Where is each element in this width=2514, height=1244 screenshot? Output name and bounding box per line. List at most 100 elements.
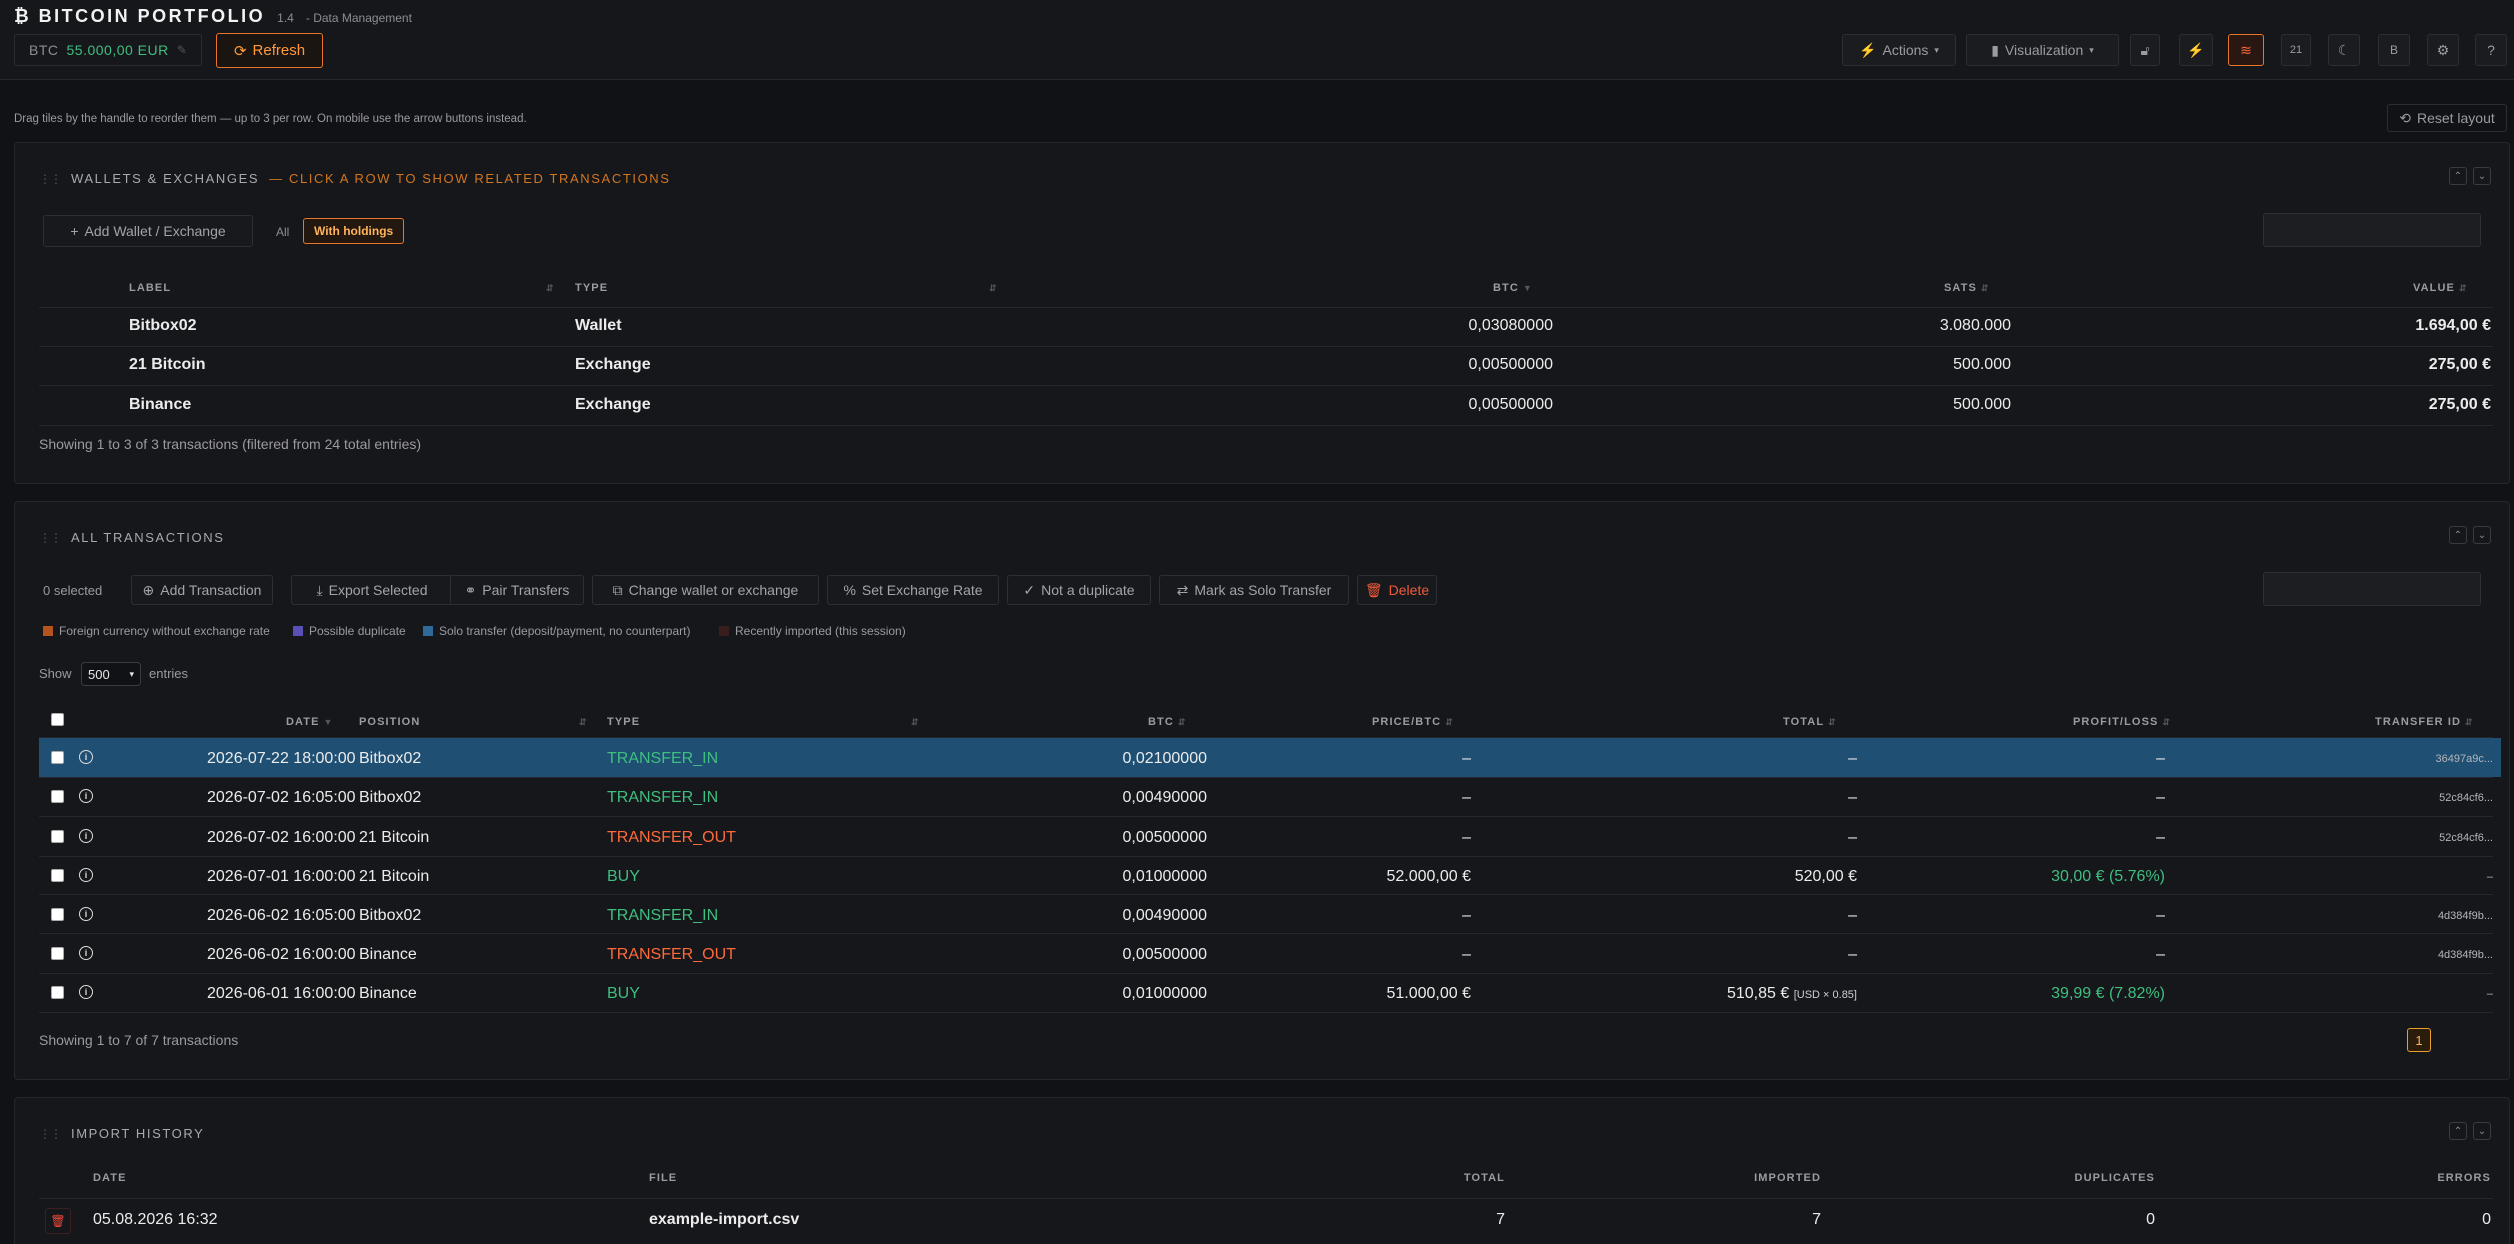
chevron-up-icon[interactable]: ⌃ — [2449, 167, 2467, 185]
panel-move-arrows: ⌃ ⌄ — [2449, 526, 2491, 544]
moon-icon[interactable]: ☾ — [2328, 34, 2360, 66]
row-checkbox[interactable] — [51, 830, 64, 843]
pagination-page[interactable]: 1 — [2407, 1028, 2431, 1052]
row-checkbox[interactable] — [51, 869, 64, 882]
sort-icon[interactable]: ⇵ — [542, 282, 555, 294]
chevron-down-icon: ▾ — [129, 668, 134, 679]
info-icon[interactable]: i — [79, 907, 93, 921]
layout-hint: Drag tiles by the handle to reorder them… — [14, 113, 527, 125]
wallets-panel-title: ⋮⋮ WALLETS & EXCHANGES — CLICK A ROW TO … — [39, 171, 671, 186]
actions-button[interactable]: ⚡ Actions ▾ — [1842, 34, 1956, 66]
help-icon[interactable]: ? — [2475, 34, 2507, 66]
lock-icon[interactable]: 🔓︎ — [2130, 34, 2160, 66]
chevron-up-icon[interactable]: ⌃ — [2449, 526, 2467, 544]
mark-solo-transfer-button[interactable]: ⇄ Mark as Solo Transfer — [1159, 575, 1349, 605]
info-icon[interactable]: i — [79, 789, 93, 803]
trash-icon: 🗑︎ — [1364, 581, 1383, 598]
chevron-down-icon[interactable]: ⌄ — [2473, 1122, 2491, 1140]
download-icon: ⤓ — [316, 581, 323, 598]
select-all-checkbox[interactable] — [51, 713, 64, 726]
sort-icon[interactable]: ⇵ — [907, 716, 920, 728]
info-icon[interactable]: i — [79, 829, 93, 843]
sort-icon[interactable]: ⇵ — [985, 282, 998, 294]
row-checkbox[interactable] — [51, 947, 64, 960]
col-btc[interactable]: BTC ⇵ — [1148, 716, 1187, 728]
row-checkbox[interactable] — [51, 751, 64, 764]
col-date[interactable]: DATE ▼ — [286, 716, 334, 728]
reset-layout-button[interactable]: ⟲ Reset layout — [2387, 104, 2507, 132]
chevron-down-icon[interactable]: ⌄ — [2473, 526, 2491, 544]
chevron-down-icon: ▾ — [2089, 44, 2094, 55]
col-total: TOTAL — [1463, 1172, 1505, 1184]
pair-transfers-button[interactable]: ⚭ Pair Transfers — [450, 575, 584, 605]
link-icon: ⚭ — [464, 581, 477, 598]
import-history-title: ⋮⋮ IMPORT HISTORY — [39, 1126, 205, 1141]
transfer-icon: ⇄ — [1176, 581, 1189, 598]
refresh-icon: ⟳ — [233, 42, 247, 60]
col-value[interactable]: VALUE ⇵ — [2413, 282, 2468, 294]
delete-import-icon[interactable]: 🗑︎ — [45, 1208, 71, 1234]
change-wallet-button[interactable]: ⧉ Change wallet or exchange — [592, 575, 819, 605]
drag-handle-icon[interactable]: ⋮⋮ — [39, 172, 62, 186]
col-sats[interactable]: SATS ⇵ — [1944, 282, 1990, 294]
legend-item: Solo transfer (deposit/payment, no count… — [423, 624, 690, 638]
info-icon[interactable]: i — [79, 868, 93, 882]
row-checkbox[interactable] — [51, 790, 64, 803]
info-icon[interactable]: i — [79, 750, 93, 764]
legend-item: Foreign currency without exchange rate — [43, 624, 270, 638]
sats-mode-icon[interactable]: ≋ — [2228, 34, 2264, 66]
chevron-up-icon[interactable]: ⌃ — [2449, 1122, 2467, 1140]
col-transfer-id[interactable]: TRANSFER ID ⇵ — [2375, 716, 2474, 728]
col-label[interactable]: LABEL — [129, 282, 171, 294]
app-header: ₿ BITCOIN PORTFOLIO 1.4 - Data Managemen… — [0, 0, 2514, 80]
page-size-select[interactable]: 500 ▾ — [81, 662, 141, 686]
col-imported: IMPORTED — [1754, 1172, 1821, 1184]
col-profit-loss[interactable]: PROFIT/LOSS ⇵ — [2073, 716, 2171, 728]
check-circle-icon: ✓ — [1023, 581, 1036, 598]
visualization-button[interactable]: ▮ Visualization ▾ — [1966, 34, 2119, 66]
legend-item: Recently imported (this session) — [719, 624, 906, 638]
chevron-down-icon: ▾ — [1934, 44, 1939, 55]
filter-all[interactable]: All — [276, 225, 289, 239]
sort-icon[interactable]: ⇵ — [575, 716, 588, 728]
pencil-icon[interactable]: ✎ — [177, 43, 188, 57]
col-price[interactable]: PRICE/BTC ⇵ — [1372, 716, 1454, 728]
col-type[interactable]: TYPE — [575, 282, 608, 294]
plus-circle-icon: ⊕ — [142, 581, 155, 598]
filter-with-holdings[interactable]: With holdings — [303, 218, 405, 244]
add-wallet-button[interactable]: + Add Wallet / Exchange — [43, 215, 253, 247]
add-transaction-button[interactable]: ⊕ Add Transaction — [131, 575, 273, 605]
legend-swatch — [43, 626, 53, 636]
info-icon[interactable]: i — [79, 946, 93, 960]
not-duplicate-button[interactable]: ✓ Not a duplicate — [1007, 575, 1151, 605]
col-total[interactable]: TOTAL ⇵ — [1783, 716, 1837, 728]
gear-icon[interactable]: ⚙ — [2427, 34, 2459, 66]
badge-21-button[interactable]: 21 — [2281, 34, 2311, 66]
drag-handle-icon[interactable]: ⋮⋮ — [39, 1127, 62, 1141]
transactions-search-input[interactable] — [2263, 572, 2481, 606]
lightning-icon[interactable]: ⚡ — [2179, 34, 2213, 66]
set-exchange-rate-button[interactable]: % Set Exchange Rate — [827, 575, 999, 605]
legend-swatch — [719, 626, 729, 636]
refresh-button[interactable]: ⟳ Refresh — [216, 33, 323, 68]
row-checkbox[interactable] — [51, 908, 64, 921]
badge-b-button[interactable]: B — [2378, 34, 2410, 66]
brand: ₿ BITCOIN PORTFOLIO 1.4 - Data Managemen… — [14, 6, 412, 27]
drag-handle-icon[interactable]: ⋮⋮ — [39, 531, 62, 545]
bar-chart-icon: ▮ — [1991, 41, 1999, 58]
panel-move-arrows: ⌃ ⌄ — [2449, 167, 2491, 185]
export-selected-button[interactable]: ⤓ Export Selected — [291, 575, 453, 605]
transactions-panel-title: ⋮⋮ ALL TRANSACTIONS — [39, 530, 225, 545]
col-type[interactable]: TYPE — [607, 716, 640, 728]
col-errors: ERRORS — [2437, 1172, 2491, 1184]
app-title: ₿ BITCOIN PORTFOLIO — [14, 6, 266, 26]
info-icon[interactable]: i — [79, 985, 93, 999]
btc-price-display[interactable]: BTC 55.000,00 EUR ✎ — [14, 34, 203, 66]
col-btc[interactable]: BTC ▼ — [1493, 282, 1533, 294]
col-position[interactable]: POSITION — [359, 716, 420, 728]
delete-button[interactable]: 🗑︎ Delete — [1357, 575, 1437, 605]
chevron-down-icon[interactable]: ⌄ — [2473, 167, 2491, 185]
panel-move-arrows: ⌃ ⌄ — [2449, 1122, 2491, 1140]
wallets-search-input[interactable] — [2263, 213, 2481, 247]
row-checkbox[interactable] — [51, 986, 64, 999]
